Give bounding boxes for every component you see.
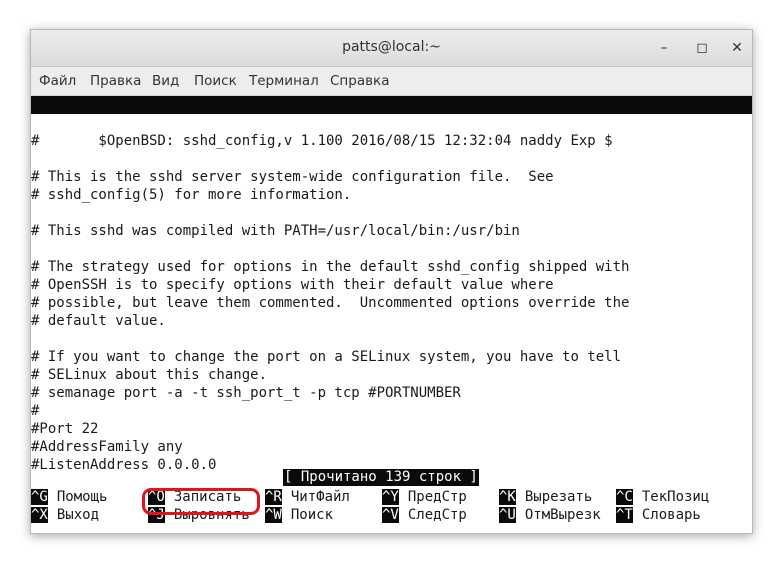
shortcut-label: ЧитФайл — [290, 489, 350, 505]
content-line: # — [31, 403, 40, 419]
shortcut-label: Записать — [173, 489, 242, 505]
shortcut-read-file[interactable]: ^R ЧитФайл — [265, 488, 350, 506]
shortcut-key: ^V — [382, 507, 399, 523]
window-title: patts@local:~ — [342, 39, 441, 55]
maximize-icon[interactable]: ◻ — [693, 39, 711, 57]
shortcut-key: ^G — [31, 489, 48, 505]
shortcut-key: ^U — [499, 507, 516, 523]
shortcut-key: ^X — [31, 507, 48, 523]
nano-header: GNU nano 2.3.1 Файл: /etc/ssh/sshd_confi… — [31, 96, 752, 149]
shortcut-prev-page[interactable]: ^Y ПредСтр — [382, 488, 467, 506]
shortcut-exit[interactable]: ^X Выход — [31, 506, 99, 524]
shortcut-key: ^O — [148, 489, 165, 505]
menu-terminal[interactable]: Терминал — [249, 73, 319, 89]
close-icon[interactable]: ✕ — [728, 39, 746, 57]
menu-search[interactable]: Поиск — [194, 73, 237, 89]
menu-view[interactable]: Вид — [152, 73, 179, 89]
minimize-icon[interactable]: – — [655, 39, 673, 57]
content-line: # sshd_config(5) for more information. — [31, 187, 352, 203]
shortcut-label: Выход — [56, 507, 100, 523]
shortcut-key: ^W — [265, 507, 282, 523]
content-line: # semanage port -a -t ssh_port_t -p tcp … — [31, 385, 461, 401]
title-bar[interactable]: patts@local:~ – ◻ ✕ — [31, 30, 752, 67]
shortcut-key: ^K — [499, 489, 516, 505]
nano-version: GNU nano 2.3.1 — [49, 115, 168, 131]
menu-edit[interactable]: Правка — [90, 73, 141, 89]
shortcut-label: ОтмВырезк — [524, 507, 601, 523]
shortcut-cur-pos[interactable]: ^C ТекПозиц — [616, 488, 709, 506]
terminal-window: patts@local:~ – ◻ ✕ Файл Правка Вид Поис… — [30, 29, 753, 534]
content-line: #Port 22 — [31, 421, 99, 437]
shortcut-next-page[interactable]: ^V СледСтр — [382, 506, 467, 524]
menu-help[interactable]: Справка — [330, 73, 389, 89]
shortcut-justify[interactable]: ^J Выровнять — [148, 506, 250, 524]
content-line: # $OpenBSD: sshd_config,v 1.100 2016/08/… — [31, 133, 613, 149]
shortcut-uncut[interactable]: ^U ОтмВырезк — [499, 506, 601, 524]
shortcut-key: ^C — [616, 489, 633, 505]
shortcut-key: ^T — [616, 507, 633, 523]
shortcut-label: Вырезать — [524, 489, 593, 505]
shortcut-label: СледСтр — [407, 507, 467, 523]
shortcut-label: Поиск — [290, 507, 334, 523]
shortcut-key: ^R — [265, 489, 282, 505]
shortcut-label: Помощь — [56, 489, 108, 505]
menu-bar: Файл Правка Вид Поиск Терминал Справка — [31, 67, 752, 96]
shortcut-key: ^Y — [382, 489, 399, 505]
menu-file[interactable]: Файл — [39, 73, 76, 89]
shortcut-where-is[interactable]: ^W Поиск — [265, 506, 333, 524]
content-line: # SELinux about this change. — [31, 367, 268, 383]
content-line: # OpenSSH is to specify options with the… — [31, 277, 554, 293]
shortcut-key: ^J — [148, 507, 165, 523]
shortcut-spell[interactable]: ^T Словарь — [616, 506, 701, 524]
content-line: # default value. — [31, 313, 166, 329]
status-message: [ Прочитано 139 строк ] — [283, 469, 479, 486]
shortcut-help[interactable]: ^G Помощь — [31, 488, 107, 506]
terminal-area[interactable]: GNU nano 2.3.1 Файл: /etc/ssh/sshd_confi… — [31, 96, 752, 533]
content-line: # The strategy used for options in the d… — [31, 259, 630, 275]
content-line: #AddressFamily any — [31, 439, 183, 455]
shortcut-write-out[interactable]: ^O Записать — [148, 488, 241, 506]
content-line: # possible, but leave them commented. Un… — [31, 295, 630, 311]
shortcut-label: ПредСтр — [407, 489, 467, 505]
content-line: # If you want to change the port on a SE… — [31, 349, 622, 365]
shortcut-label: ТекПозиц — [641, 489, 710, 505]
shortcut-cut[interactable]: ^K Вырезать — [499, 488, 592, 506]
content-line: # This sshd was compiled with PATH=/usr/… — [31, 223, 520, 239]
shortcut-label: Выровнять — [173, 507, 250, 523]
content-line: #ListenAddress 0.0.0.0 — [31, 457, 217, 473]
shortcut-label: Словарь — [641, 507, 701, 523]
content-line: # This is the sshd server system-wide co… — [31, 169, 554, 185]
